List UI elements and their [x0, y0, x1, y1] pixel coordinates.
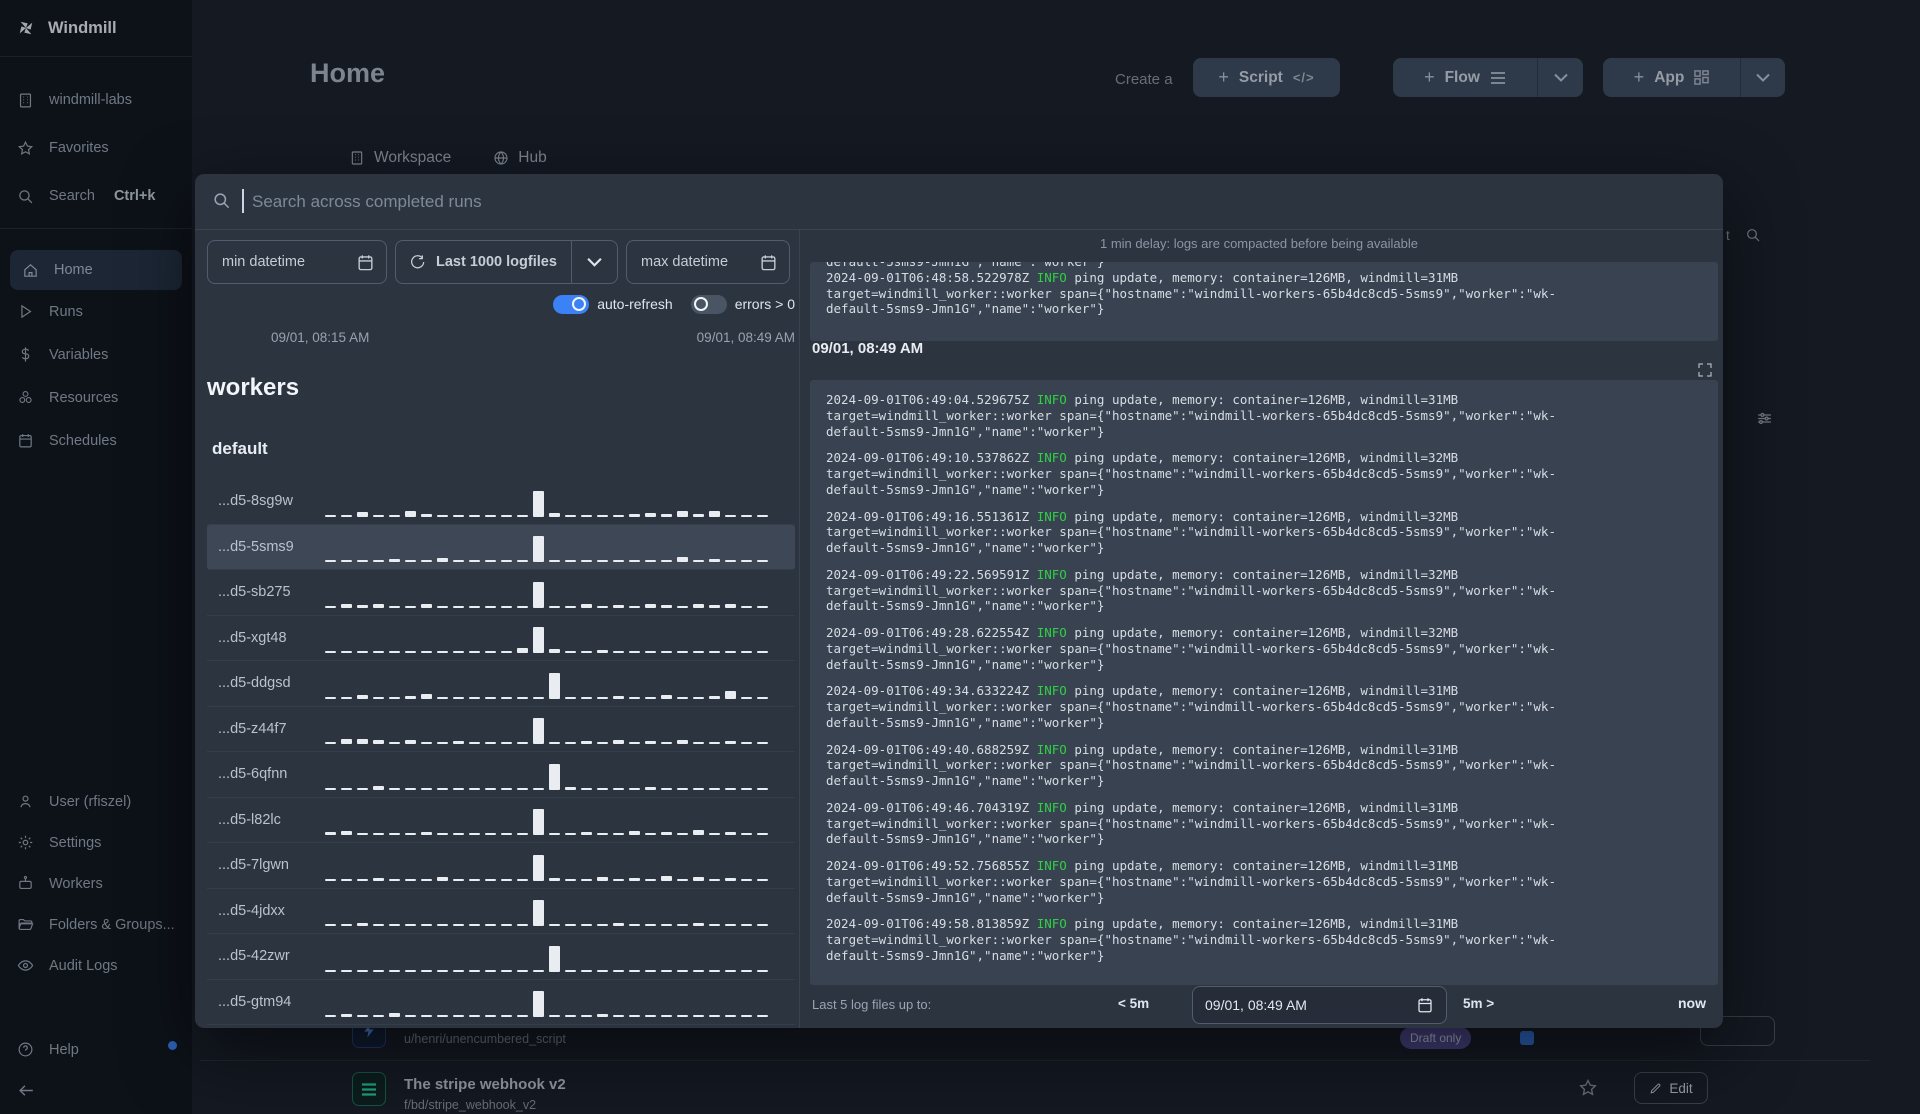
- runs-search-modal: min datetime Last 1000 logfiles max date…: [195, 174, 1723, 1028]
- worker-activity-sparkline: [325, 623, 787, 653]
- calendar-icon[interactable]: [759, 253, 778, 272]
- max-datetime-picker[interactable]: max datetime: [626, 240, 790, 284]
- worker-activity-sparkline: [325, 941, 787, 972]
- worker-name: ...d5-5sms9: [218, 538, 294, 555]
- calendar-icon[interactable]: [1416, 996, 1434, 1014]
- worker-name: ...d5-4jdxx: [218, 902, 285, 919]
- worker-row[interactable]: ...d5-7lgwn: [207, 843, 795, 889]
- log-entry: 2024-09-01T06:49:28.622554Z INFO ping up…: [826, 625, 1556, 672]
- expand-icon[interactable]: [1697, 362, 1713, 378]
- search-icon: [212, 191, 231, 210]
- text-caret: [242, 189, 244, 213]
- worker-name: ...d5-7lgwn: [218, 857, 289, 873]
- worker-name: ...d5-sb275: [218, 584, 291, 600]
- worker-name: ...d5-ddgsd: [218, 675, 291, 691]
- logfiles-select[interactable]: Last 1000 logfiles: [395, 240, 618, 284]
- worker-row[interactable]: ...d5-5sms9: [207, 524, 795, 570]
- log-level: INFO: [1036, 916, 1067, 932]
- log-level: INFO: [1036, 625, 1067, 640]
- calendar-icon[interactable]: [356, 253, 375, 272]
- worker-row[interactable]: ...d5-42zwr: [207, 934, 795, 980]
- worker-row[interactable]: ...d5-z44f7: [207, 707, 795, 752]
- log-level: INFO: [1036, 450, 1067, 466]
- log-footer-label: Last 5 log files up to:: [812, 997, 932, 1012]
- range-end-time: 09/01, 08:49 AM: [696, 330, 795, 345]
- chevron-down-icon[interactable]: [572, 257, 617, 267]
- log-level: INFO: [1036, 566, 1067, 582]
- panel-divider: [799, 230, 800, 1028]
- refresh-icon: [409, 254, 425, 270]
- runs-search-input[interactable]: [252, 184, 1152, 220]
- log-level: INFO: [1036, 799, 1067, 815]
- errors-toggle[interactable]: [690, 294, 727, 314]
- worker-name: ...d5-xgt48: [218, 629, 287, 646]
- range-start-time: 09/01, 08:15 AM: [271, 330, 370, 345]
- back-5m-button[interactable]: < 5m: [1118, 996, 1149, 1011]
- previous-log-block: default-5sms9-Jmn1G","name":"worker"} 20…: [810, 262, 1718, 341]
- log-entries-block: 2024-09-01T06:49:04.529675Z INFO ping up…: [810, 380, 1718, 985]
- log-entry: 2024-09-01T06:49:10.537862Z INFO ping up…: [826, 450, 1556, 497]
- worker-activity-sparkline: [325, 577, 787, 608]
- forward-5m-button[interactable]: 5m >: [1463, 996, 1494, 1011]
- worker-activity-sparkline: [325, 987, 787, 1017]
- log-entry: 2024-09-01T06:48:58.522978Z INFO ping up…: [826, 269, 1556, 317]
- auto-refresh-toggle[interactable]: [553, 294, 590, 314]
- worker-row[interactable]: ...d5-l82lc: [207, 798, 795, 843]
- log-entry: 2024-09-01T06:49:16.551361Z INFO ping up…: [826, 508, 1556, 556]
- log-level: INFO: [1036, 683, 1067, 699]
- log-level: INFO: [1036, 392, 1067, 407]
- worker-row[interactable]: ...d5-sb275: [207, 570, 795, 616]
- worker-name: ...d5-gtm94: [218, 993, 292, 1010]
- log-entry: 2024-09-01T06:49:52.756855Z INFO ping up…: [826, 858, 1556, 905]
- now-button[interactable]: now: [1678, 995, 1706, 1011]
- log-level: INFO: [1036, 508, 1067, 524]
- log-entry: 2024-09-01T06:49:58.813859Z INFO ping up…: [826, 916, 1556, 963]
- log-entry: 2024-09-01T06:49:34.633224Z INFO ping up…: [826, 683, 1556, 730]
- worker-group-name: default: [212, 439, 268, 458]
- runs-search-bar[interactable]: [195, 174, 1723, 229]
- worker-list: ...d5-8sg9w ...d5-5sms9 ...d5-sb275 ...d5-x…: [207, 479, 795, 1025]
- log-footer: Last 5 log files up to: < 5m 09/01, 08:4…: [800, 986, 1718, 1028]
- log-datetime-picker[interactable]: 09/01, 08:49 AM: [1192, 986, 1447, 1024]
- worker-activity-sparkline: [325, 486, 787, 517]
- worker-activity-sparkline: [325, 668, 787, 699]
- worker-row[interactable]: ...d5-ddgsd: [207, 661, 795, 707]
- worker-name: ...d5-6qfnn: [218, 766, 288, 782]
- worker-row[interactable]: ...d5-gtm94: [207, 980, 795, 1025]
- worker-name: ...d5-l82lc: [218, 811, 281, 828]
- errors-label: errors > 0: [734, 296, 795, 312]
- log-section-header: 09/01, 08:49 AM: [812, 340, 924, 357]
- log-level: INFO: [1036, 741, 1067, 757]
- log-entry: 2024-09-01T06:49:40.688259Z INFO ping up…: [826, 741, 1556, 789]
- log-level: INFO: [1036, 858, 1067, 873]
- worker-row[interactable]: ...d5-xgt48: [207, 616, 795, 661]
- previous-log-entry: 2024-09-01T06:48:58.522978Z INFO ping up…: [826, 270, 1702, 317]
- log-entry: 2024-09-01T06:49:04.529675Z INFO ping up…: [826, 392, 1556, 439]
- log-level: INFO: [1036, 269, 1067, 285]
- log-delay-notice: 1 min delay: logs are compacted before b…: [1100, 236, 1418, 251]
- worker-row[interactable]: ...d5-6qfnn: [207, 752, 795, 798]
- worker-name: ...d5-8sg9w: [218, 493, 293, 509]
- worker-activity-sparkline: [325, 896, 787, 926]
- workers-title: workers: [207, 374, 300, 401]
- divider: [195, 229, 1723, 230]
- worker-row[interactable]: ...d5-8sg9w: [207, 479, 795, 525]
- worker-activity-sparkline: [325, 805, 787, 835]
- worker-name: ...d5-42zwr: [218, 948, 290, 964]
- log-entry: 2024-09-01T06:49:22.569591Z INFO ping up…: [826, 566, 1556, 614]
- worker-activity-sparkline: [325, 532, 787, 562]
- worker-name: ...d5-z44f7: [218, 720, 287, 737]
- worker-activity-sparkline: [325, 759, 787, 790]
- worker-activity-sparkline: [325, 714, 787, 744]
- worker-row[interactable]: ...d5-4jdxx: [207, 889, 795, 934]
- worker-activity-sparkline: [325, 850, 787, 881]
- log-entry: 2024-09-01T06:49:46.704319Z INFO ping up…: [826, 799, 1556, 847]
- min-datetime-picker[interactable]: min datetime: [207, 240, 387, 284]
- auto-refresh-label: auto-refresh: [597, 296, 673, 312]
- log-tail-line: default-5sms9-Jmn1G","name":"worker"}: [826, 262, 1560, 270]
